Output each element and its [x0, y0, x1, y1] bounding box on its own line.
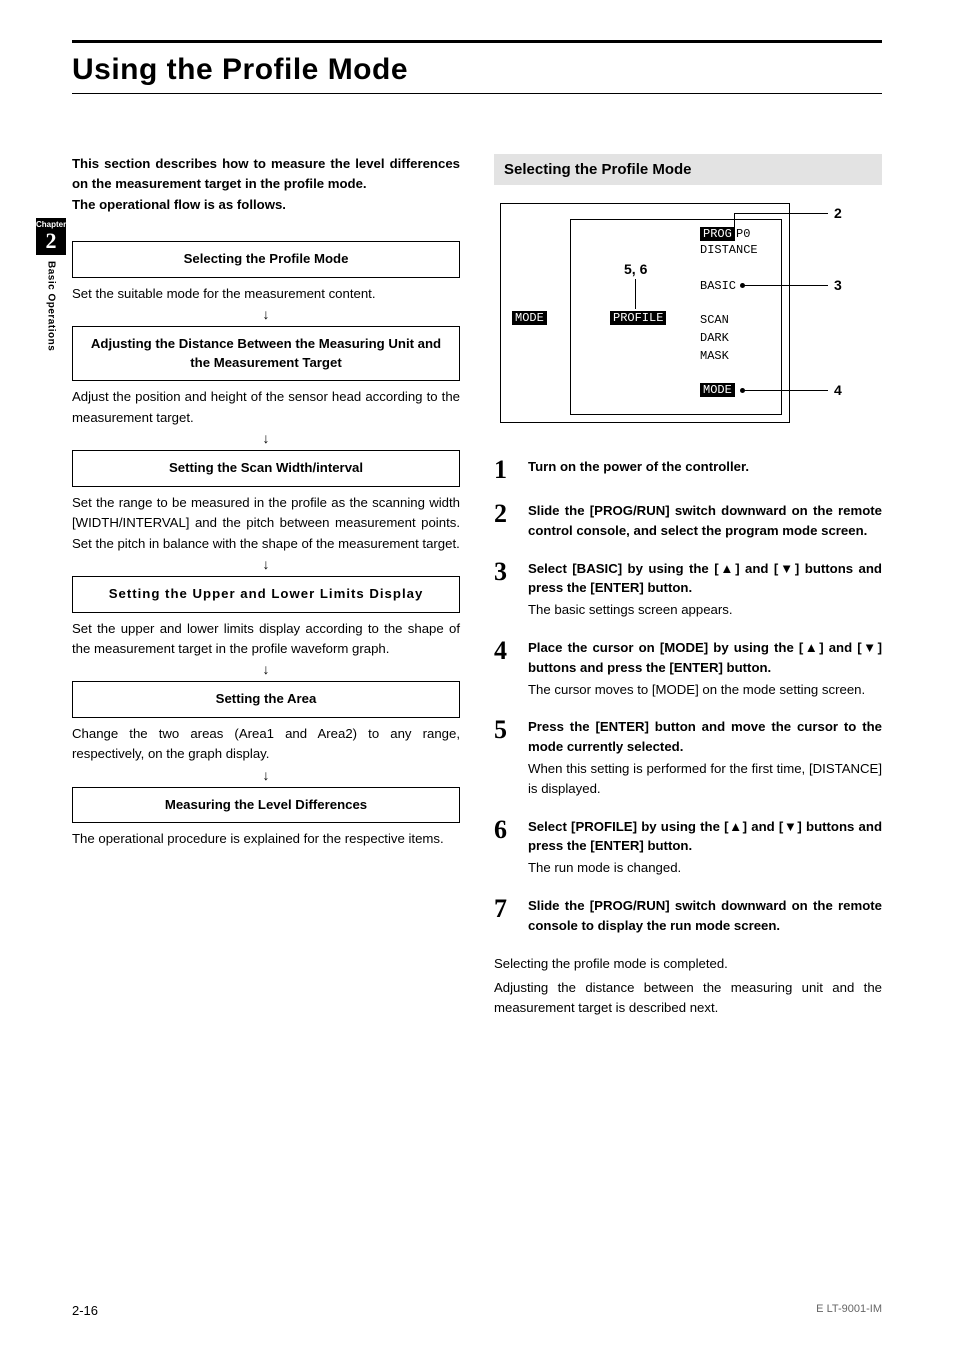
flow-box-1: Selecting the Profile Mode: [72, 241, 460, 277]
step-number: 3: [494, 559, 514, 620]
diagram-mask-label: MASK: [700, 349, 729, 363]
diagram-profile-label: PROFILE: [610, 311, 666, 325]
callout-2: 2: [834, 205, 842, 221]
step-3: 3 Select [BASIC] by using the [▲] and [▼…: [494, 559, 882, 620]
flow-box-2: Adjusting the Distance Between the Measu…: [72, 326, 460, 381]
step-number: 7: [494, 896, 514, 936]
down-arrow-icon: ↓: [72, 556, 460, 572]
diagram-mode-bottom-label: MODE: [700, 383, 735, 397]
step-plain: When this setting is performed for the f…: [528, 759, 882, 799]
down-arrow-icon: ↓: [72, 767, 460, 783]
diagram-p0-label: P0: [736, 227, 750, 241]
flow-desc-5: Change the two areas (Area1 and Area2) t…: [72, 724, 460, 765]
intro-line-2: The operational flow is as follows.: [72, 197, 286, 212]
step-number: 6: [494, 817, 514, 878]
down-arrow-icon: ↓: [72, 430, 460, 446]
step-bold: Select [BASIC] by using the [▲] and [▼] …: [528, 561, 882, 596]
step-7: 7 Slide the [PROG/RUN] switch downward o…: [494, 896, 882, 936]
step-number: 5: [494, 717, 514, 798]
steps-list: 1 Turn on the power of the controller. 2…: [494, 457, 882, 936]
diagram-mode-left-label: MODE: [512, 311, 547, 325]
step-plain: The cursor moves to [MODE] on the mode s…: [528, 680, 882, 700]
flow-desc-3: Set the range to be measured in the prof…: [72, 493, 460, 554]
step-number: 4: [494, 638, 514, 699]
title-underline: [72, 93, 882, 94]
closing-1: Selecting the profile mode is completed.: [494, 954, 882, 974]
down-arrow-icon: ↓: [72, 306, 460, 322]
callout-line: [635, 279, 636, 309]
page-title: Using the Profile Mode: [72, 53, 882, 87]
step-bold: Slide the [PROG/RUN] switch downward on …: [528, 898, 882, 933]
step-number: 1: [494, 457, 514, 483]
step-plain: The run mode is changed.: [528, 858, 882, 878]
mode-diagram: PROG P0 DISTANCE BASIC SCAN DARK MASK MO…: [500, 203, 870, 433]
doc-id: E LT-9001-IM: [816, 1303, 882, 1318]
chapter-side-tab: Chapter 2 Basic Operations: [36, 218, 66, 351]
step-2: 2 Slide the [PROG/RUN] switch downward o…: [494, 501, 882, 541]
flow-desc-4: Set the upper and lower limits display a…: [72, 619, 460, 660]
diagram-scan-label: SCAN: [700, 313, 729, 327]
flow-desc-6: The operational procedure is explained f…: [72, 829, 460, 849]
top-rule: [72, 40, 882, 43]
step-bold: Press the [ENTER] button and move the cu…: [528, 719, 882, 754]
step-bold: Select [PROFILE] by using the [▲] and [▼…: [528, 819, 882, 854]
callout-3: 3: [834, 277, 842, 293]
step-1: 1 Turn on the power of the controller.: [494, 457, 882, 483]
callout-56: 5, 6: [624, 261, 647, 277]
step-bold: Slide the [PROG/RUN] switch downward on …: [528, 503, 882, 538]
step-bold: Place the cursor on [MODE] by using the …: [528, 640, 882, 675]
flow-box-4: Setting the Upper and Lower Limits Displ…: [72, 576, 460, 612]
section-heading: Selecting the Profile Mode: [494, 154, 882, 185]
diagram-prog-label: PROG: [700, 227, 735, 241]
flow-box-3: Setting the Scan Width/interval: [72, 450, 460, 486]
closing-2: Adjusting the distance between the measu…: [494, 978, 882, 1019]
step-6: 6 Select [PROFILE] by using the [▲] and …: [494, 817, 882, 878]
page-footer: 2-16 E LT-9001-IM: [72, 1303, 882, 1318]
left-column: This section describes how to measure th…: [72, 154, 460, 1019]
intro-line-1: This section describes how to measure th…: [72, 156, 460, 191]
flow-box-6: Measuring the Level Differences: [72, 787, 460, 823]
step-plain: The basic settings screen appears.: [528, 600, 882, 620]
page-number: 2-16: [72, 1303, 98, 1318]
step-4: 4 Place the cursor on [MODE] by using th…: [494, 638, 882, 699]
callout-line: [734, 213, 735, 227]
callout-4: 4: [834, 382, 842, 398]
chapter-text: Basic Operations: [46, 261, 57, 351]
intro-text: This section describes how to measure th…: [72, 154, 460, 215]
callout-line: [734, 213, 828, 214]
flow-desc-2: Adjust the position and height of the se…: [72, 387, 460, 428]
diagram-dark-label: DARK: [700, 331, 729, 345]
diagram-distance-label: DISTANCE: [700, 243, 758, 257]
chapter-number: 2: [36, 229, 66, 255]
step-number: 2: [494, 501, 514, 541]
down-arrow-icon: ↓: [72, 661, 460, 677]
callout-line: [744, 390, 828, 391]
step-5: 5 Press the [ENTER] button and move the …: [494, 717, 882, 798]
step-bold: Turn on the power of the controller.: [528, 459, 749, 474]
flow-box-5: Setting the Area: [72, 681, 460, 717]
callout-line: [744, 285, 828, 286]
diagram-basic-label: BASIC: [700, 279, 736, 293]
flow-desc-1: Set the suitable mode for the measuremen…: [72, 284, 460, 304]
right-column: Selecting the Profile Mode PROG P0 DISTA…: [494, 154, 882, 1019]
